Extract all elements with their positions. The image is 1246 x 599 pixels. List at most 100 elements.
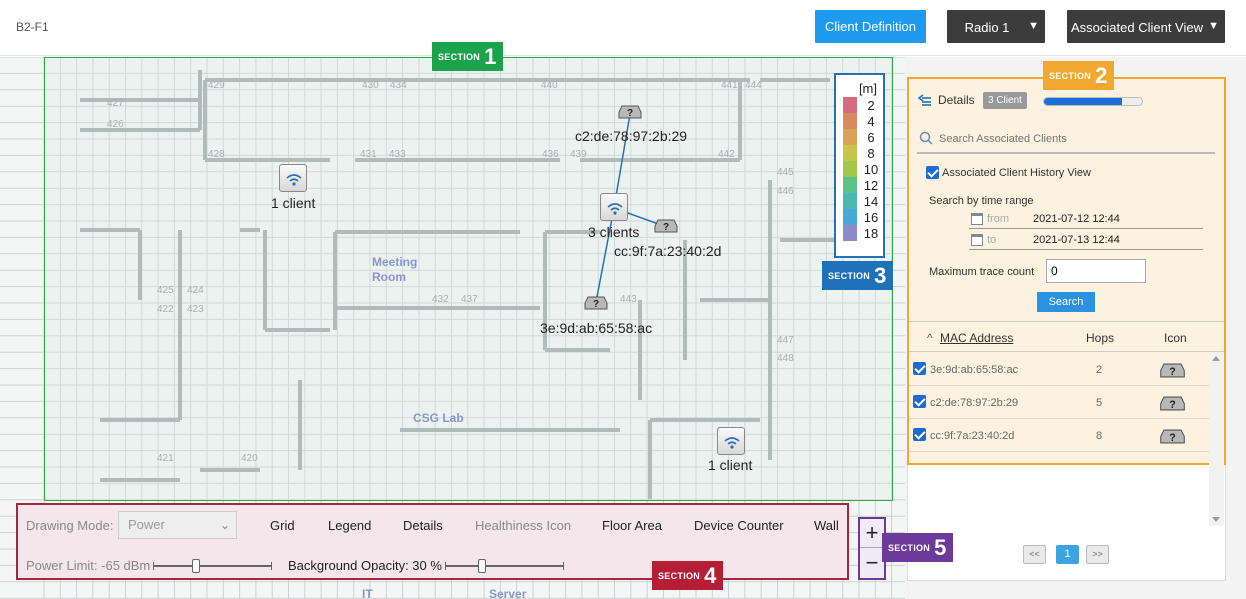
details-toggle[interactable]: Details [918, 93, 975, 107]
search-button[interactable]: Search [1037, 292, 1095, 312]
to-date-field[interactable]: to 2021-07-13 12:44 [969, 232, 1203, 250]
prev-page-button[interactable]: << [1023, 545, 1046, 564]
access-point-label: 1 client [271, 195, 316, 211]
scroll-down-icon[interactable] [1212, 517, 1220, 522]
healthiness-label: Healthiness Icon [475, 518, 572, 533]
calendar-icon [971, 234, 983, 246]
next-page-button[interactable]: >> [1086, 545, 1109, 564]
wifi-icon [286, 174, 302, 186]
wall-label: Wall [814, 518, 839, 533]
drawing-mode-value: Power [128, 517, 165, 532]
access-point[interactable] [600, 193, 628, 221]
table-row[interactable]: c2:de:78:97:2b:29 5? [909, 386, 1209, 419]
row-hops: 8 [1096, 430, 1103, 442]
access-point[interactable] [279, 164, 307, 192]
client-device-glyph: ? [1169, 366, 1176, 378]
client-device-icon: ? [1160, 429, 1185, 444]
section-4-badge: SECTION 4 [652, 561, 723, 590]
access-point-label: 1 client [708, 457, 753, 473]
drawing-mode-label: Drawing Mode: [26, 518, 114, 533]
legend-swatch [843, 113, 857, 129]
zoom-out-button[interactable]: − [860, 549, 884, 578]
background-opacity-slider[interactable] [445, 559, 564, 573]
legend-swatch [843, 129, 857, 145]
slider-track [445, 565, 564, 567]
caret-down-icon: ▼ [1028, 20, 1039, 32]
to-label: to [987, 234, 997, 246]
legend-row: 2 [843, 97, 883, 113]
list-scrollbar[interactable] [1209, 352, 1224, 526]
hops-column-header[interactable]: Hops [1086, 331, 1114, 345]
loading-progress [1043, 97, 1143, 106]
legend-swatch [843, 177, 857, 193]
table-row[interactable]: 3e:9d:ab:65:58:ac 2? [909, 353, 1209, 386]
section-badge-word: SECTION [888, 542, 931, 553]
client-device-glyph: ? [663, 222, 669, 233]
distance-legend: [m] 2 4 6 8 10 12 14 16 18 [834, 73, 885, 258]
current-page-button[interactable]: 1 [1056, 545, 1079, 564]
from-label: from [987, 213, 1009, 225]
details-label: Details [938, 93, 975, 107]
row-checkbox[interactable] [913, 395, 926, 408]
client-mac-label: cc:9f:7a:23:40:2d [614, 243, 722, 259]
section-badge-number: 2 [1095, 62, 1108, 88]
legend-value: 18 [863, 226, 879, 241]
legend-row: 12 [843, 177, 883, 193]
history-view-checkbox[interactable] [926, 166, 939, 179]
drawing-mode-select[interactable]: Power ⌄ [118, 511, 237, 539]
to-value: 2021-07-13 12:44 [1033, 234, 1120, 246]
view-dropdown-label: Associated Client View [1071, 20, 1203, 35]
legend-row: 4 [843, 113, 883, 129]
radio-dropdown[interactable]: Radio 1 ▼ [947, 10, 1045, 43]
view-dropdown[interactable]: Associated Client View ▼ [1067, 10, 1225, 43]
access-point-label: 3 clients [588, 224, 640, 240]
wifi-icon [724, 437, 740, 449]
row-mac: 3e:9d:ab:65:58:ac [930, 364, 1019, 376]
client-search [917, 126, 1215, 154]
max-trace-label: Maximum trace count [929, 266, 1035, 278]
section-1-badge: SECTION 1 [432, 42, 503, 71]
section-5-badge: SECTION 5 [882, 533, 953, 562]
table-row[interactable]: cc:9f:7a:23:40:2d 8? [909, 419, 1209, 452]
slider-thumb[interactable] [478, 559, 487, 573]
client-mac-label: 3e:9d:ab:65:58:ac [540, 320, 653, 336]
row-hops: 2 [1096, 364, 1103, 376]
scroll-up-icon[interactable] [1212, 356, 1220, 361]
history-view-label: Associated Client History View [942, 167, 1091, 179]
legend-value: 14 [863, 194, 879, 209]
from-date-field[interactable]: from 2021-07-12 12:44 [969, 211, 1203, 229]
search-clients-input[interactable] [939, 130, 1209, 148]
client-mac-label: c2:de:78:97:2b:29 [575, 128, 688, 144]
grid-label: Grid [270, 518, 295, 533]
collapse-list-icon [918, 94, 931, 106]
client-device-glyph: ? [627, 108, 633, 119]
mac-column-header[interactable]: MAC Address [940, 331, 1013, 345]
legend-value: 8 [867, 146, 875, 161]
max-trace-input[interactable] [1046, 259, 1146, 283]
slider-tick [271, 562, 272, 570]
time-range-label: Search by time range [929, 195, 1034, 207]
client-device-icon[interactable]: ? [654, 219, 678, 233]
zoom-in-button[interactable]: + [860, 519, 884, 548]
legend-swatch [843, 145, 857, 161]
access-point[interactable] [717, 427, 745, 455]
details-label: Details [403, 518, 443, 533]
legend-value: 16 [863, 210, 879, 225]
slider-tick [153, 562, 154, 570]
section-3-badge: SECTION 3 [822, 261, 893, 290]
row-mac: c2:de:78:97:2b:29 [930, 397, 1019, 409]
chevron-down-icon: ⌄ [219, 518, 230, 532]
slider-tick [563, 562, 564, 570]
row-checkbox[interactable] [913, 428, 926, 441]
power-limit-slider[interactable] [153, 559, 272, 573]
legend-swatch [843, 97, 857, 113]
slider-thumb[interactable] [191, 559, 200, 573]
client-device-icon[interactable]: ? [618, 105, 642, 119]
legend-value: 6 [867, 130, 875, 145]
legend-value: 2 [867, 98, 875, 113]
wifi-icon [607, 203, 623, 215]
client-device-glyph: ? [1169, 399, 1176, 411]
section-badge-word: SECTION [1049, 70, 1092, 81]
client-device-icon[interactable]: ? [584, 296, 608, 310]
row-checkbox[interactable] [913, 362, 926, 375]
